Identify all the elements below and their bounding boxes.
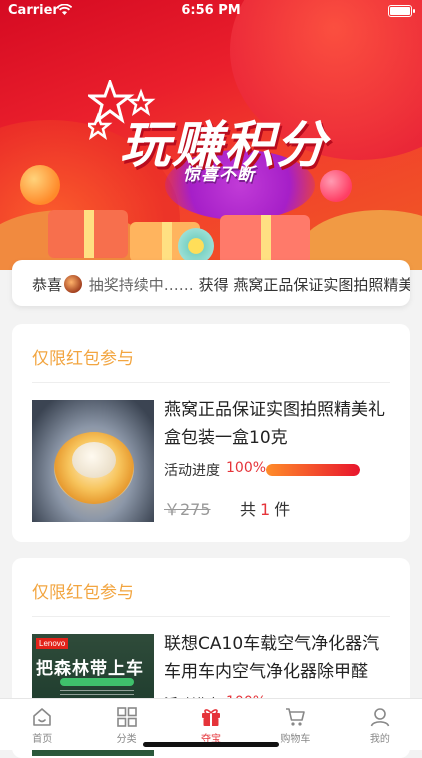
tab-home[interactable]: 首页 bbox=[0, 699, 84, 750]
divider bbox=[32, 382, 390, 383]
status-bar: Carrier 6:56 PM bbox=[0, 0, 422, 22]
gift-icon bbox=[202, 709, 221, 726]
progress-bar bbox=[266, 464, 360, 476]
image-slogan: 把森林带上车 bbox=[36, 659, 144, 679]
gift-box-icon bbox=[48, 210, 128, 258]
user-icon bbox=[370, 708, 390, 727]
product-image[interactable] bbox=[32, 400, 154, 522]
marquee-prefix: 恭喜 bbox=[32, 276, 63, 294]
home-icon bbox=[33, 708, 52, 726]
cart-icon bbox=[286, 708, 306, 726]
card-header: 仅限红包参与 bbox=[32, 583, 134, 603]
gift-box-icon bbox=[220, 215, 310, 265]
progress-fill bbox=[266, 464, 360, 476]
count-suffix: 件 bbox=[274, 500, 291, 519]
promo-banner: 玩赚积分 惊喜不断 Carrier 6:56 PM bbox=[0, 0, 422, 270]
product-title[interactable]: 联想CA10车载空气净化器汽车用车内空气净化器除甲醛 bbox=[164, 630, 394, 686]
marquee-username: 抽奖持续中…… bbox=[88, 276, 194, 294]
home-indicator bbox=[143, 742, 279, 747]
count-prefix: 共 bbox=[240, 500, 257, 519]
flower-icon bbox=[178, 228, 214, 264]
progress-label: 活动进度 bbox=[164, 463, 220, 479]
original-price: ￥275 bbox=[164, 500, 211, 519]
tab-profile[interactable]: 我的 bbox=[338, 699, 422, 750]
grid-icon bbox=[116, 707, 137, 727]
image-decor-bar bbox=[60, 678, 134, 686]
marquee-prize: 获得 燕窝正品保证实图拍照精美礼盒包装一盒10克 bbox=[198, 276, 410, 294]
item-count: 共1件 bbox=[240, 496, 290, 520]
count-value: 1 bbox=[260, 500, 271, 519]
divider bbox=[32, 616, 390, 617]
decor-ball bbox=[20, 165, 60, 205]
avatar bbox=[64, 275, 83, 293]
winner-marquee: 恭喜 抽奖持续中…… 获得 燕窝正品保证实图拍照精美礼盒包装一盒10克 bbox=[12, 260, 410, 306]
product-title[interactable]: 燕窝正品保证实图拍照精美礼盒包装一盒10克 bbox=[164, 396, 394, 452]
tab-label: 首页 bbox=[32, 734, 53, 745]
progress-percent: 100% bbox=[226, 460, 267, 476]
product-photo-lid bbox=[72, 442, 116, 478]
progress-row: 活动进度 100% bbox=[164, 460, 394, 480]
image-brand-logo: Lenovo bbox=[36, 638, 69, 649]
tab-label: 我的 bbox=[369, 734, 390, 745]
card-header: 仅限红包参与 bbox=[32, 349, 134, 369]
lottery-card[interactable]: 仅限红包参与 燕窝正品保证实图拍照精美礼盒包装一盒10克 活动进度 100% ￥… bbox=[12, 324, 410, 542]
battery-icon bbox=[388, 5, 415, 17]
status-time: 6:56 PM bbox=[181, 3, 241, 18]
banner-subtitle: 惊喜不断 bbox=[183, 165, 255, 185]
